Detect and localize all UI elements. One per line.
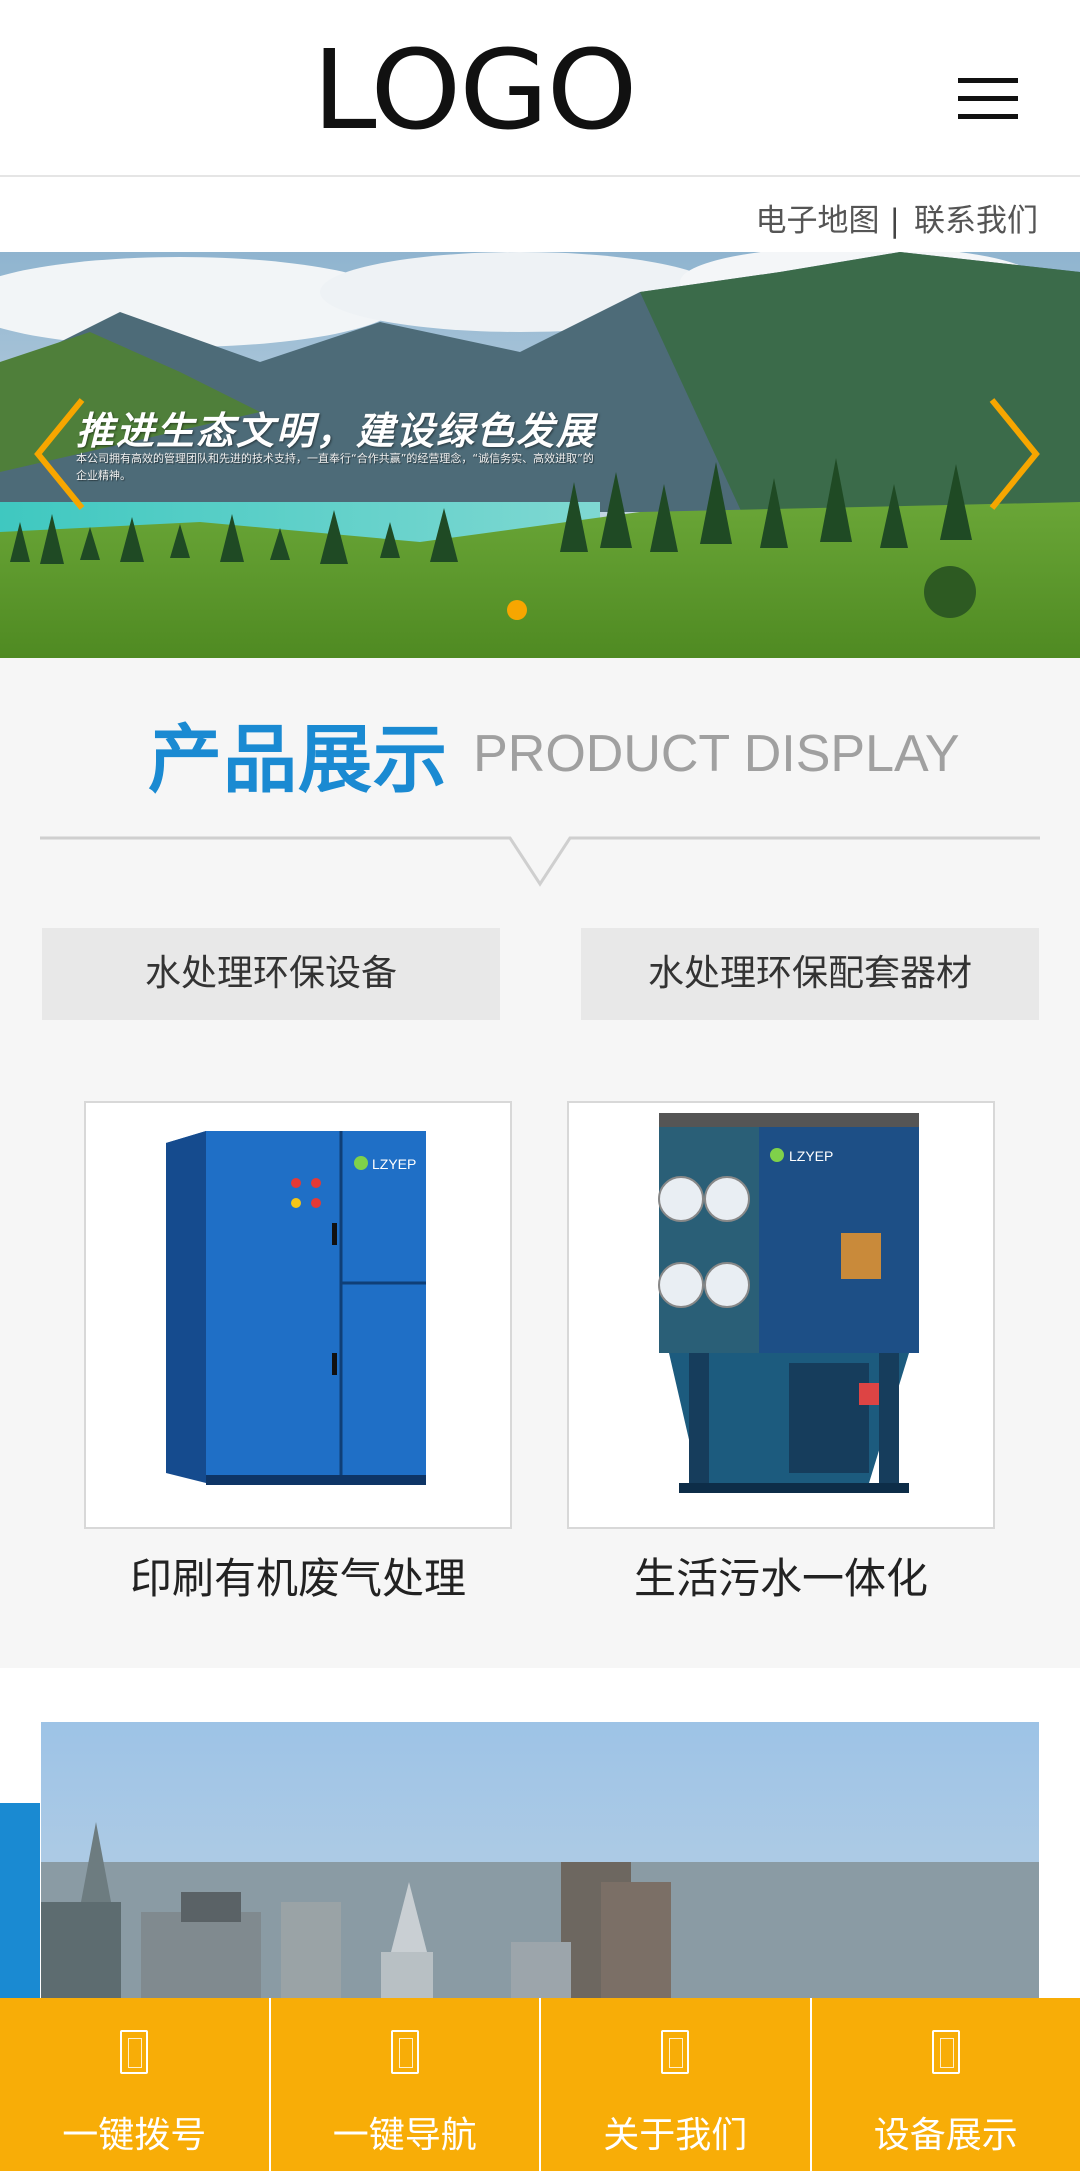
- section-divider: [40, 836, 1040, 887]
- category-tab-equipment[interactable]: 水处理环保设备: [42, 928, 500, 1020]
- banner-title: 推进生态文明，建设绿色发展: [76, 408, 597, 453]
- nav-about-button[interactable]: 关于我们: [541, 1998, 812, 2171]
- about-icon: [661, 2030, 690, 2074]
- accent-bar: [0, 1803, 40, 2003]
- nav-label: 关于我们: [603, 2115, 748, 2156]
- phone-icon: [120, 2030, 149, 2074]
- bottom-nav: 一键拨号 一键导航 关于我们 设备展示: [0, 1998, 1080, 2171]
- nav-label: 一键拨号: [62, 2115, 207, 2156]
- nav-navigate-button[interactable]: 一键导航: [271, 1998, 541, 2171]
- slider-dot-active[interactable]: [507, 600, 527, 620]
- nav-call-button[interactable]: 一键拨号: [0, 1998, 271, 2171]
- product-name[interactable]: 生活污水一体化: [567, 1545, 995, 1606]
- product-card[interactable]: LZYEP 印刷有机废气处理: [84, 1101, 512, 1606]
- section-title-cn: 产品展示: [148, 717, 448, 803]
- section-title: 产品展示 PRODUCT DISPLAY: [148, 700, 960, 807]
- header: LOGO: [0, 0, 1080, 177]
- menu-icon[interactable]: [958, 78, 1018, 120]
- top-links: 电子地图 | 联系我们: [756, 195, 1038, 240]
- category-tab-accessories[interactable]: 水处理环保配套器材: [581, 928, 1039, 1020]
- contact-link[interactable]: 联系我们: [914, 203, 1038, 239]
- map-link[interactable]: 电子地图: [756, 203, 880, 239]
- menu-line: [958, 96, 1018, 101]
- top-links-bar: 电子地图 | 联系我们: [0, 179, 1080, 251]
- equipment-icon: [931, 2030, 960, 2074]
- chevron-right-icon[interactable]: [984, 394, 1044, 514]
- logo[interactable]: LOGO: [312, 30, 637, 150]
- banner-subtitle: 本公司拥有高效的管理团队和先进的技术支持，一直奉行“合作共赢”的经营理念，“诚信…: [76, 452, 594, 482]
- section-title-en: PRODUCT DISPLAY: [473, 724, 960, 783]
- navigation-icon: [390, 2030, 419, 2074]
- banner-slider[interactable]: 推进生态文明，建设绿色发展 本公司拥有高效的管理团队和先进的技术支持，一直奉行“…: [0, 252, 1080, 658]
- product-image: LZYEP: [658, 1113, 919, 1493]
- product-name[interactable]: 印刷有机废气处理: [84, 1545, 512, 1606]
- nav-equipment-button[interactable]: 设备展示: [812, 1998, 1080, 2171]
- menu-line: [958, 114, 1018, 119]
- nav-label: 设备展示: [873, 2115, 1018, 2156]
- product-image-frame: LZYEP: [84, 1101, 512, 1529]
- product-image: LZYEP: [166, 1131, 426, 1485]
- link-separator: |: [889, 203, 900, 239]
- svg-text:LZYEP: LZYEP: [372, 1156, 416, 1172]
- menu-line: [958, 78, 1018, 83]
- nav-label: 一键导航: [332, 2115, 477, 2156]
- product-card[interactable]: LZYEP 生活污水一体化: [567, 1101, 995, 1606]
- chevron-left-icon[interactable]: [30, 394, 90, 514]
- product-section: 产品展示 PRODUCT DISPLAY 水处理环保设备 水处理环保配套器材 L…: [0, 658, 1080, 1668]
- svg-text:LZYEP: LZYEP: [789, 1148, 833, 1164]
- product-image-frame: LZYEP: [567, 1101, 995, 1529]
